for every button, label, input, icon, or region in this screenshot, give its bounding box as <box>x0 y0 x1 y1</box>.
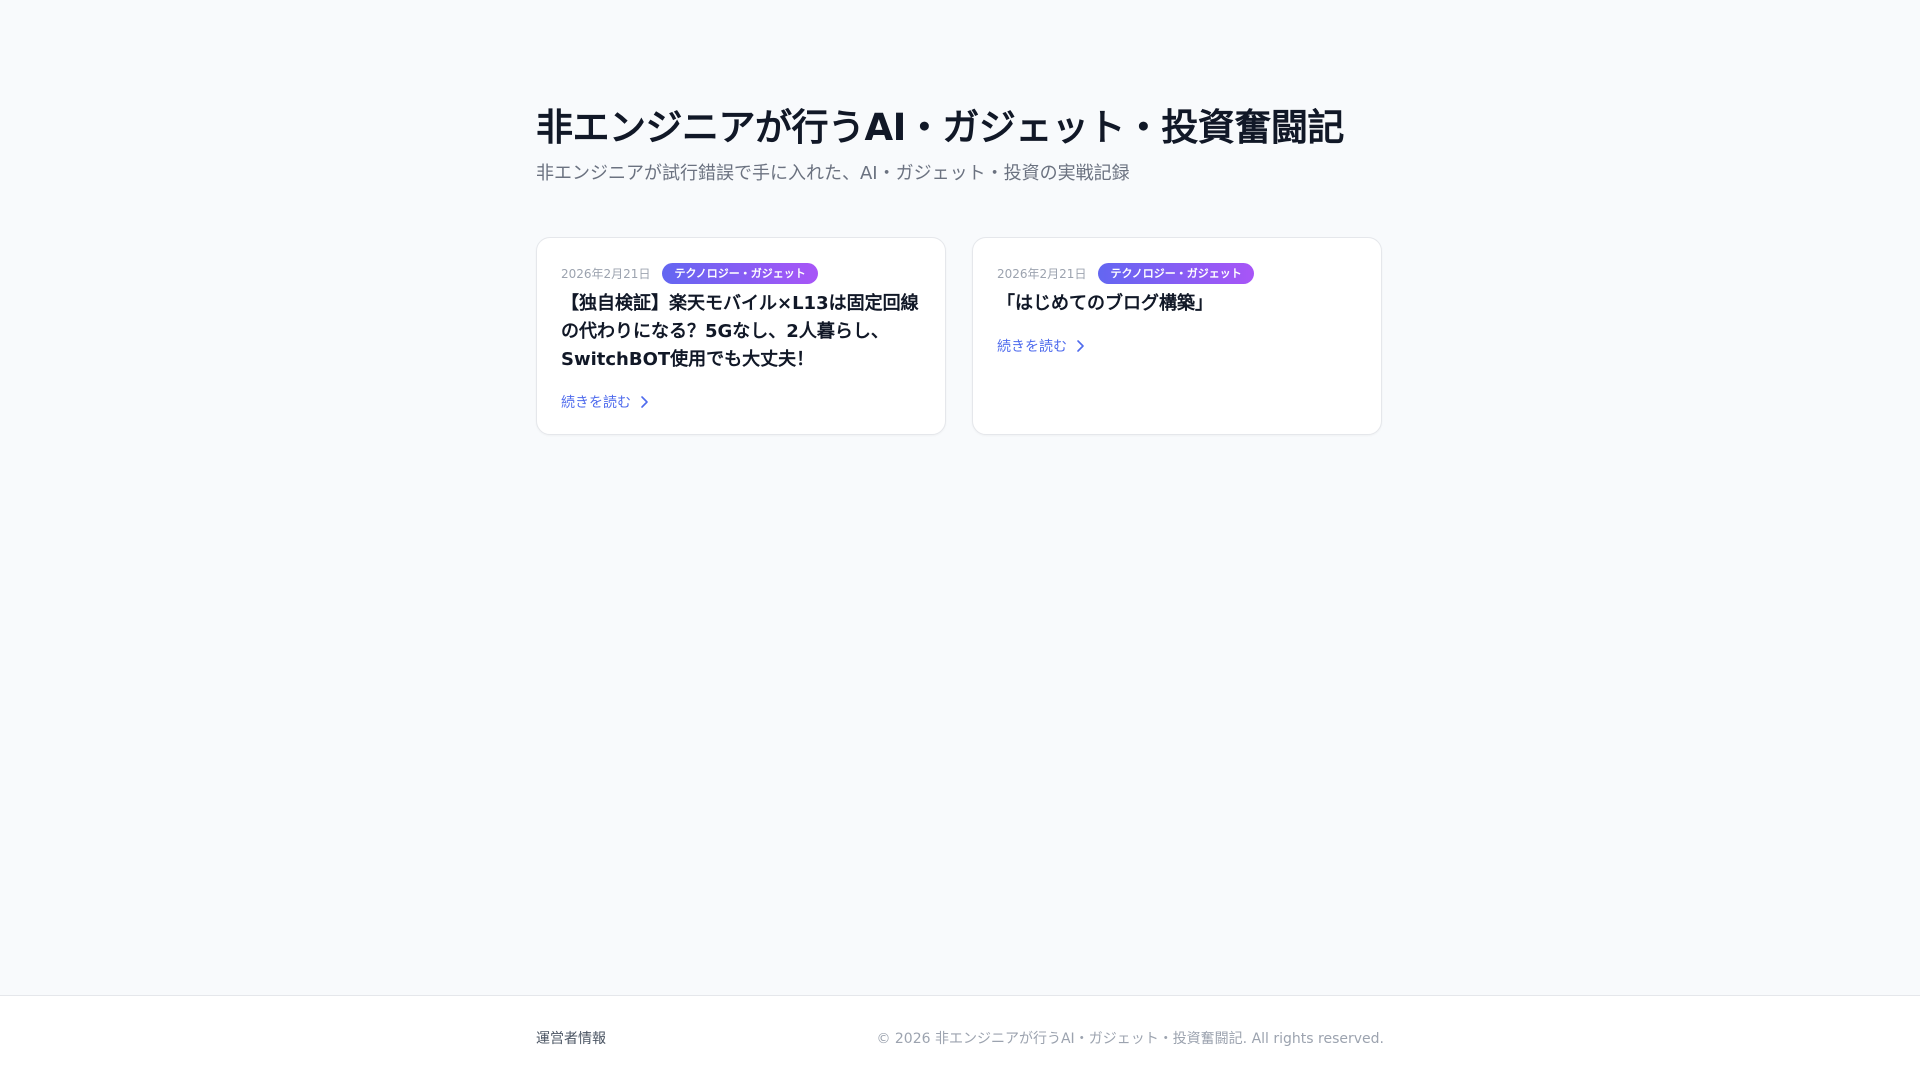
operator-info-link[interactable]: 運営者情報 <box>536 1028 606 1048</box>
footer-inner: 運営者情報 © 2026 非エンジニアが行うAI・ガジェット・投資奮闘記. Al… <box>536 1028 1384 1050</box>
read-more-link[interactable]: 続きを読む <box>997 336 1085 356</box>
post-card[interactable]: 2026年2月21日 テクノロジー・ガジェット 「はじめてのブログ構築」 続きを… <box>972 237 1382 435</box>
read-more-label: 続きを読む <box>561 395 631 411</box>
site-title: 非エンジニアが行うAI・ガジェット・投資奮闘記 <box>536 106 1344 149</box>
post-meta: 2026年2月21日 テクノロジー・ガジェット <box>997 262 1254 284</box>
post-title[interactable]: 「はじめてのブログ構築」 <box>997 290 1359 318</box>
post-title[interactable]: 【独自検証】楽天モバイル×L13は固定回線の代わりになる？5Gなし、2人暮らし、… <box>561 290 923 374</box>
post-card[interactable]: 2026年2月21日 テクノロジー・ガジェット 【独自検証】楽天モバイル×L13… <box>536 237 946 435</box>
site-subtitle: 非エンジニアが試行錯誤で手に入れた、AI・ガジェット・投資の実戦記録 <box>536 163 1130 184</box>
category-badge[interactable]: テクノロジー・ガジェット <box>1098 262 1254 284</box>
post-meta: 2026年2月21日 テクノロジー・ガジェット <box>561 262 818 284</box>
post-date: 2026年2月21日 <box>997 266 1087 281</box>
copyright-text: © 2026 非エンジニアが行うAI・ガジェット・投資奮闘記. All righ… <box>876 1031 1384 1047</box>
site-footer: 運営者情報 © 2026 非エンジニアが行うAI・ガジェット・投資奮闘記. Al… <box>0 995 1920 1081</box>
chevron-right-icon <box>641 396 648 408</box>
read-more-link[interactable]: 続きを読む <box>561 392 649 412</box>
read-more-label: 続きを読む <box>997 339 1067 355</box>
category-badge[interactable]: テクノロジー・ガジェット <box>662 262 818 284</box>
post-list: 2026年2月21日 テクノロジー・ガジェット 【独自検証】楽天モバイル×L13… <box>536 237 1384 437</box>
post-date: 2026年2月21日 <box>561 266 651 281</box>
chevron-right-icon <box>1077 340 1084 352</box>
